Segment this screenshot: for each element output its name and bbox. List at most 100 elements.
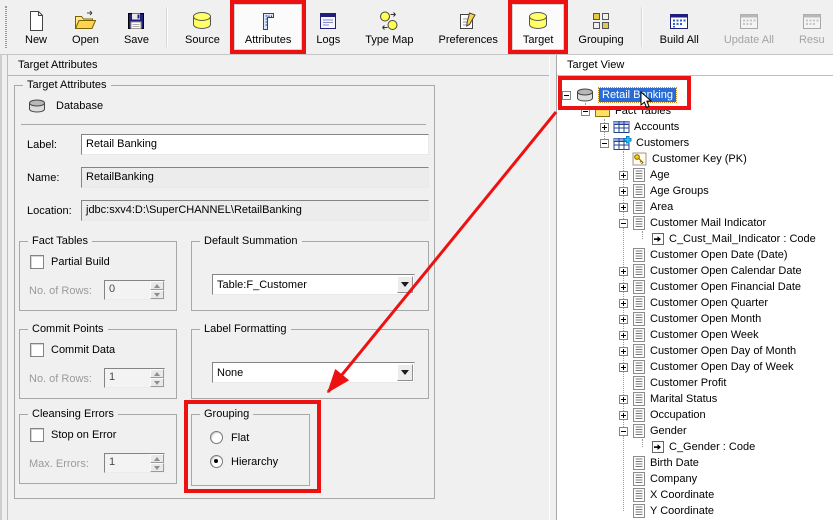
tree-item-customer-open-day-of-month[interactable]: Customer Open Day of Month <box>557 343 833 359</box>
tree-item-customer-profit[interactable]: Customer Profit <box>557 375 833 391</box>
tree-item-customer-mail-indicator[interactable]: Customer Mail Indicator <box>557 215 833 231</box>
toolbar-button-attributes[interactable]: Attributes <box>234 4 302 50</box>
toolbar-button-label: Open <box>72 34 99 46</box>
fact-rows-spinner[interactable]: 0 <box>104 280 165 300</box>
tree-item-gender[interactable]: Gender <box>557 423 833 439</box>
spinner-up-button[interactable] <box>150 369 164 378</box>
tree-item-customer-open-financial-date[interactable]: Customer Open Financial Date <box>557 279 833 295</box>
tree-expander-plus-icon[interactable] <box>619 267 628 276</box>
dropdown-arrow-icon[interactable] <box>397 276 413 293</box>
tree-item-label: Customer Open Date (Date) <box>650 248 788 262</box>
tree-expander-plus-icon[interactable] <box>600 123 609 132</box>
spinner-down-button[interactable] <box>150 290 164 299</box>
tree-expander-plus-icon[interactable] <box>619 315 628 324</box>
toolbar-button-type-map[interactable]: Type Map <box>354 4 424 50</box>
name-field-caption: Name: <box>27 172 81 184</box>
spinner-up-button[interactable] <box>150 281 164 290</box>
label-formatting-combobox[interactable]: None <box>212 362 415 383</box>
grouping-radio-flat[interactable]: Flat <box>210 431 309 444</box>
tree-expander-minus-icon[interactable] <box>619 427 628 436</box>
tree-item-customer-open-calendar-date[interactable]: Customer Open Calendar Date <box>557 263 833 279</box>
spinner-down-button[interactable] <box>150 378 164 387</box>
tree-item-c-gender-code[interactable]: C_Gender : Code <box>557 439 833 455</box>
panel-title-text: Target View <box>567 59 624 71</box>
panel-splitter[interactable] <box>549 55 557 520</box>
toolbar-button-preferences[interactable]: Preferences <box>428 4 509 50</box>
notepad-icon <box>317 8 339 32</box>
tree-expander-plus-icon[interactable] <box>619 171 628 180</box>
tree-item-customers[interactable]: Customers <box>557 135 833 151</box>
max-errors-spinner[interactable]: 1 <box>104 453 165 473</box>
tree-item-birth-date[interactable]: Birth Date <box>557 455 833 471</box>
tree-item-fact-tables[interactable]: Fact Tables <box>557 103 833 119</box>
name-field-row: Name: RetailBanking <box>27 167 429 188</box>
tree-item-retail-banking[interactable]: Retail Banking <box>557 87 833 103</box>
tree-expander-plus-icon[interactable] <box>619 331 628 340</box>
database-type-label: Database <box>56 100 103 112</box>
tree-item-customer-key-pk[interactable]: Customer Key (PK) <box>557 151 833 167</box>
toolbar-button-grouping[interactable]: Grouping <box>567 4 634 50</box>
toolbar-button-target[interactable]: Target <box>512 4 565 50</box>
tree-item-marital-status[interactable]: Marital Status <box>557 391 833 407</box>
tree-item-customer-open-quarter[interactable]: Customer Open Quarter <box>557 295 833 311</box>
database-yellow-icon <box>190 8 214 32</box>
toolbar-button-new[interactable]: New <box>14 4 58 50</box>
tree-item-label: Occupation <box>650 408 706 422</box>
tree-item-x-coordinate[interactable]: X Coordinate <box>557 487 833 503</box>
partial-build-checkbox[interactable]: Partial Build <box>30 255 110 269</box>
tree-item-accounts[interactable]: Accounts <box>557 119 833 135</box>
list-icon <box>632 376 646 390</box>
toolbar-button-label: Attributes <box>245 34 291 46</box>
tree-item-age-groups[interactable]: Age Groups <box>557 183 833 199</box>
checkbox-icon[interactable] <box>30 428 44 442</box>
list-icon <box>632 184 646 198</box>
tree-expander-minus-icon[interactable] <box>581 107 590 116</box>
tree-item-company[interactable]: Company <box>557 471 833 487</box>
radio-button-icon[interactable] <box>210 431 223 444</box>
toolbar-button-logs[interactable]: Logs <box>305 4 351 50</box>
tree-expander-minus-icon[interactable] <box>619 219 628 228</box>
tree-expander-plus-icon[interactable] <box>619 395 628 404</box>
checkbox-icon[interactable] <box>30 255 44 269</box>
tree-expander-plus-icon[interactable] <box>619 283 628 292</box>
squares-icon <box>590 8 612 32</box>
spinner-down-button[interactable] <box>150 463 164 472</box>
tree-expander-minus-icon[interactable] <box>562 91 571 100</box>
toolbar-button-save[interactable]: Save <box>113 4 160 50</box>
tree-item-occupation[interactable]: Occupation <box>557 407 833 423</box>
tree-expander-minus-icon[interactable] <box>600 139 609 148</box>
dropdown-arrow-icon[interactable] <box>397 364 413 381</box>
tree-item-customer-open-week[interactable]: Customer Open Week <box>557 327 833 343</box>
checkbox-icon[interactable] <box>30 343 44 357</box>
tree-expander-plus-icon[interactable] <box>619 363 628 372</box>
tree-item-c-cust-mail-indicator-code[interactable]: C_Cust_Mail_Indicator : Code <box>557 231 833 247</box>
tree-item-area[interactable]: Area <box>557 199 833 215</box>
tree-expander-plus-icon[interactable] <box>619 187 628 196</box>
toolbar-button-open[interactable]: Open <box>61 4 110 50</box>
spinner-up-button[interactable] <box>150 454 164 463</box>
target-attributes-panel: Target Attributes Target Attributes Data… <box>8 55 549 520</box>
tree-expander-plus-icon[interactable] <box>619 411 628 420</box>
default-summation-combobox[interactable]: Table:F_Customer <box>212 274 415 295</box>
tree-item-label: Accounts <box>634 120 679 134</box>
tree-item-y-coordinate[interactable]: Y Coordinate <box>557 503 833 519</box>
tree-item-label: Customer Open Day of Month <box>650 344 796 358</box>
tree-item-label: Gender <box>650 424 687 438</box>
grouping-radio-hierarchy[interactable]: Hierarchy <box>210 455 309 468</box>
tree-expander-plus-icon[interactable] <box>619 203 628 212</box>
label-input[interactable]: Retail Banking <box>81 134 429 155</box>
target-view-panel-title: Target View <box>557 55 833 76</box>
tree-item-customer-open-date-date[interactable]: Customer Open Date (Date) <box>557 247 833 263</box>
commit-rows-spinner[interactable]: 1 <box>104 368 165 388</box>
tree-item-age[interactable]: Age <box>557 167 833 183</box>
toolbar-button-build-all[interactable]: Build All <box>649 4 710 50</box>
tree-item-customer-open-day-of-week[interactable]: Customer Open Day of Week <box>557 359 833 375</box>
tree-item-customer-open-month[interactable]: Customer Open Month <box>557 311 833 327</box>
tree-expander-plus-icon[interactable] <box>619 299 628 308</box>
commit-data-checkbox[interactable]: Commit Data <box>30 343 115 357</box>
toolbar-button-source[interactable]: Source <box>174 4 231 50</box>
stop-on-error-checkbox[interactable]: Stop on Error <box>30 428 116 442</box>
tree-item-label: Customer Open Quarter <box>650 296 768 310</box>
radio-button-icon[interactable] <box>210 455 223 468</box>
tree-expander-plus-icon[interactable] <box>619 347 628 356</box>
